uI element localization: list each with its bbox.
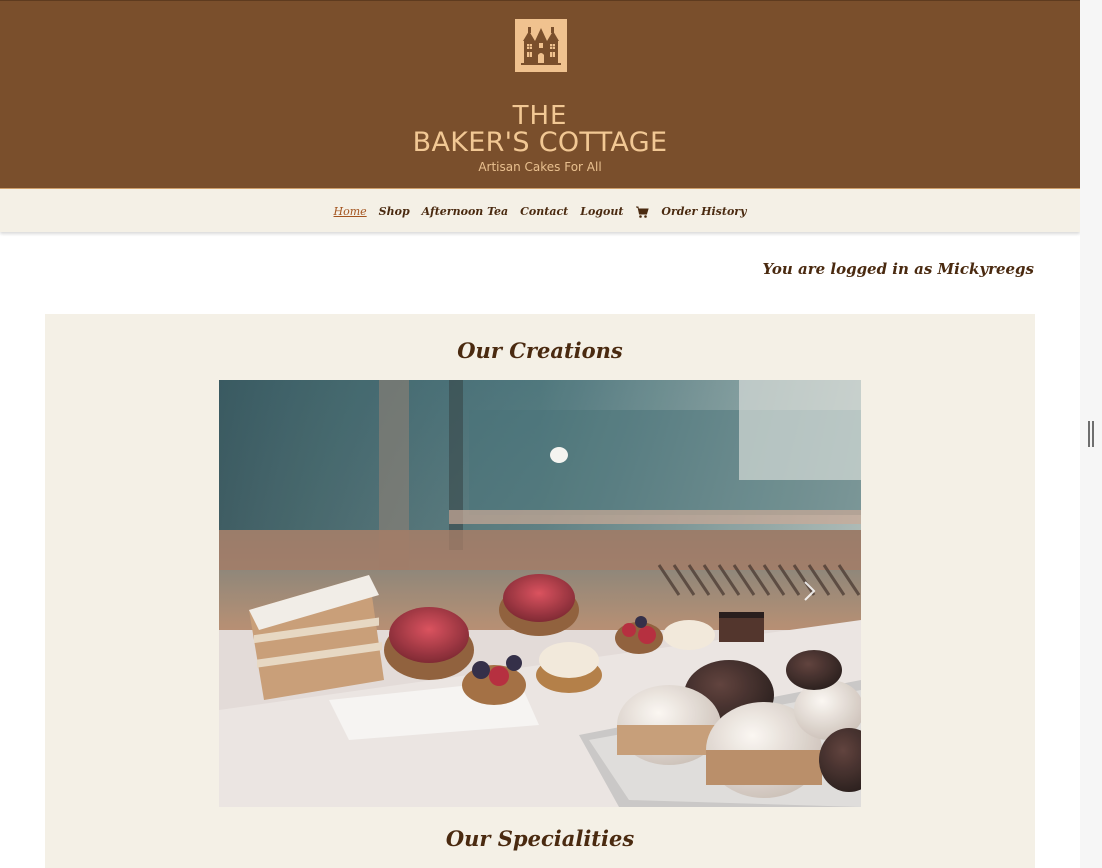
nav-home[interactable]: Home [334, 205, 367, 218]
brand-tagline: Artisan Cakes For All [478, 160, 602, 174]
main-panel: Our Creations Our Specialities [45, 314, 1035, 868]
nav-shop[interactable]: Shop [379, 205, 410, 218]
shopping-cart-icon[interactable] [635, 204, 650, 218]
creations-heading: Our Creations [457, 338, 623, 363]
page-scrollbar[interactable] [1080, 0, 1102, 868]
nav-logout[interactable]: Logout [580, 205, 623, 218]
pastry-display-photo [219, 380, 861, 807]
cottage-logo-icon[interactable] [515, 19, 567, 72]
brand-title-line2: BAKER'S COTTAGE [412, 127, 668, 158]
main-nav: Home Shop Afternoon Tea Contact Logout O… [0, 188, 1080, 232]
chevron-right-icon[interactable] [799, 576, 819, 606]
creations-carousel[interactable] [219, 380, 861, 807]
nav-order-history[interactable]: Order History [661, 205, 746, 218]
nav-contact[interactable]: Contact [520, 205, 568, 218]
page: THE BAKER'S COTTAGE Artisan Cakes For Al… [0, 0, 1080, 868]
specialities-heading: Our Specialities [445, 826, 635, 851]
logged-in-status: You are logged in as Mickyreegs [762, 260, 1034, 278]
nav-afternoon-tea[interactable]: Afternoon Tea [422, 205, 509, 218]
scrollbar-thumb[interactable] [1088, 421, 1094, 447]
site-header: THE BAKER'S COTTAGE Artisan Cakes For Al… [0, 0, 1080, 188]
